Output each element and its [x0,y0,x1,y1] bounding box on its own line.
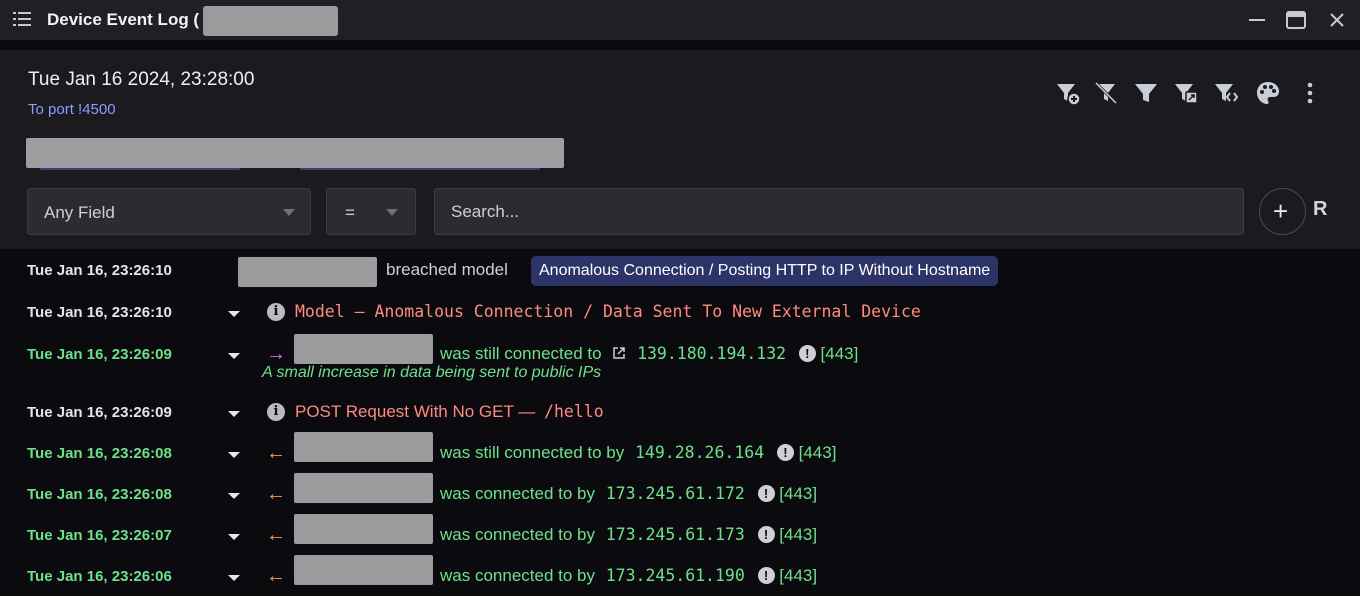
window-title: Device Event Log ( [47,10,200,29]
log-text-phrase: was still connected to by [440,443,625,462]
palette-icon[interactable] [1255,80,1281,106]
expand-chevron-icon[interactable] [228,493,240,499]
alert-icon: ! [757,485,775,502]
ip-address[interactable]: 139.180.194.132 [637,344,786,363]
log-row[interactable]: Tue Jan 16, 23:26:08 ← was connected to … [0,473,1360,526]
log-text: was connected to by 173.245.61.172 ! [44… [440,484,817,504]
log-text: was connected to by 173.245.61.190 ! [44… [440,566,817,586]
redacted-device [294,334,433,364]
log-row[interactable]: Tue Jan 16, 23:26:09 → was still connect… [0,334,1360,386]
add-filter-label: + [1273,196,1289,226]
external-link-icon[interactable] [612,346,626,360]
log-row[interactable]: Tue Jan 16, 23:26:07 ← was connected to … [0,514,1360,567]
ip-address[interactable]: 173.245.61.173 [606,525,745,544]
info-icon: i [267,303,285,321]
alert-icon: ! [776,444,794,461]
log-row[interactable]: Tue Jan 16, 23:26:10 i Model — Anomalous… [0,302,1360,344]
minimize-button[interactable] [1245,8,1269,32]
log-text: was still connected to 139.180.194.132 !… [440,344,858,364]
expand-chevron-icon[interactable] [228,411,240,417]
incoming-arrow-icon: ← [266,565,286,587]
log-row[interactable]: Tue Jan 16, 23:26:06 ← was connected to … [0,555,1360,596]
info-icon: i [267,403,285,421]
log-text-phrase: was connected to by [440,484,595,503]
search-input[interactable] [434,188,1244,235]
expand-chevron-icon[interactable] [228,575,240,581]
incoming-arrow-icon: ← [266,442,286,464]
field-select-value: Any Field [44,203,115,222]
redacted-device-name [203,6,338,36]
log-text: Model — Anomalous Connection / Data Sent… [295,302,921,321]
redacted-device [294,432,433,462]
event-datetime: Tue Jan 16 2024, 23:28:00 [28,69,255,90]
log-row[interactable]: Tue Jan 16, 23:26:08 ← was still connect… [0,432,1360,485]
log-row[interactable]: Tue Jan 16, 23:26:09 i POST Request With… [0,402,1360,444]
log-timestamp: Tue Jan 16, 23:26:09 [27,404,172,421]
log-row[interactable]: Tue Jan 16, 23:26:10 breached model Anom… [0,256,1360,302]
tag-underline [40,168,540,171]
filter-code-icon[interactable] [1213,80,1239,106]
alert-icon: ! [757,526,775,543]
port-number: [443] [779,566,818,585]
filter-export-icon[interactable] [1173,80,1199,106]
outgoing-arrow-icon: → [266,343,286,365]
log-timestamp: Tue Jan 16, 23:26:09 [27,346,172,363]
log-text: was still connected to by 149.28.26.164 … [440,443,836,463]
ip-address[interactable]: 173.245.61.190 [606,566,745,585]
log-text: was connected to by 173.245.61.173 ! [44… [440,525,817,545]
ip-address[interactable]: 149.28.26.164 [635,443,764,462]
event-header: Tue Jan 16 2024, 23:28:00 To port !4500 … [0,50,1360,249]
close-button[interactable] [1325,8,1349,32]
event-log: Tue Jan 16, 23:26:10 breached model Anom… [0,250,1360,596]
request-path: /hello [544,402,604,421]
expand-chevron-icon[interactable] [228,452,240,458]
redacted-device [294,514,433,544]
filter-clear-icon[interactable] [1093,80,1119,106]
incoming-arrow-icon: ← [266,524,286,546]
log-note: A small increase in data being sent to p… [262,364,602,381]
log-timestamp: Tue Jan 16, 23:26:08 [27,445,172,462]
log-text: breached model [386,260,508,279]
port-number: [443] [820,344,859,363]
reset-button[interactable]: R [1313,198,1327,221]
expand-chevron-icon[interactable] [228,353,240,359]
expand-chevron-icon[interactable] [228,534,240,540]
ip-address[interactable]: 173.245.61.172 [606,484,745,503]
log-text-phrase: was still connected to [440,344,602,363]
filter-icon[interactable] [1133,80,1159,106]
model-badge[interactable]: Anomalous Connection / Posting HTTP to I… [531,256,999,286]
log-text: POST Request With No GET — /hello [295,402,604,422]
log-text-phrase: was connected to by [440,566,595,585]
port-number: [443] [779,525,818,544]
log-text-phrase: was connected to by [440,525,595,544]
redacted-tags [26,138,564,168]
port-number: [443] [779,484,818,503]
redacted-device [294,473,433,503]
chevron-down-icon [283,209,295,216]
list-menu-icon[interactable] [13,11,31,27]
port-link[interactable]: To port !4500 [28,101,116,118]
alert-icon: ! [798,345,816,362]
expand-chevron-icon[interactable] [228,311,240,317]
log-timestamp: Tue Jan 16, 23:26:06 [27,568,172,585]
add-filter-button[interactable]: + [1259,188,1306,235]
log-timestamp: Tue Jan 16, 23:26:10 [27,304,172,321]
field-select[interactable]: Any Field [27,188,311,235]
operator-select-value: = [345,203,355,222]
title-bar: Device Event Log ( [0,0,1360,40]
incoming-arrow-icon: ← [266,483,286,505]
filter-add-icon[interactable] [1055,80,1081,106]
redacted-device [294,555,433,585]
log-timestamp: Tue Jan 16, 23:26:07 [27,527,172,544]
redacted-device [238,257,377,287]
maximize-button[interactable] [1284,8,1308,32]
port-number: [443] [798,443,837,462]
more-vert-icon[interactable] [1297,80,1323,106]
alert-icon: ! [757,567,775,584]
log-text-phrase: POST Request With No GET — [295,402,536,421]
operator-select[interactable]: = [326,188,416,235]
chevron-down-icon [386,209,398,216]
log-timestamp: Tue Jan 16, 23:26:10 [27,262,172,279]
log-timestamp: Tue Jan 16, 23:26:08 [27,486,172,503]
